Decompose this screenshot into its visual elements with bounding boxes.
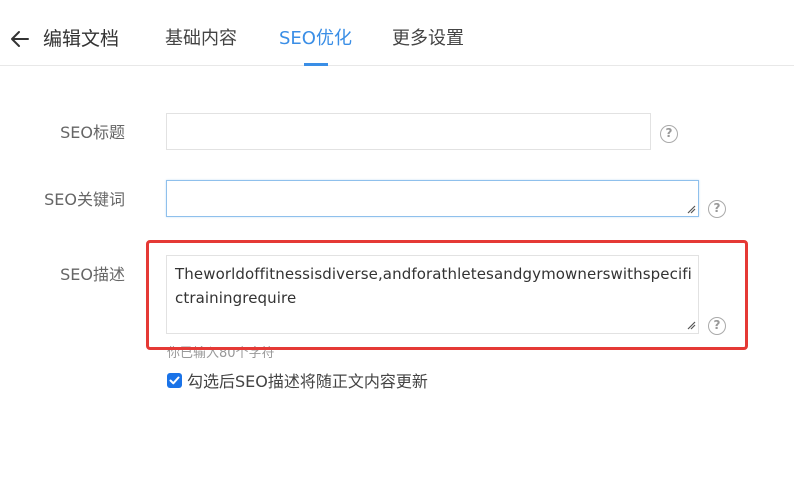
tab-basic-content[interactable]: 基础内容 xyxy=(165,27,237,51)
tab-more-settings[interactable]: 更多设置 xyxy=(392,27,464,51)
arrow-left-icon[interactable] xyxy=(8,27,32,51)
active-tab-indicator xyxy=(304,63,328,66)
tab-seo[interactable]: SEO优化 xyxy=(279,27,352,51)
seo-title-label: SEO标题 xyxy=(60,123,125,142)
question-circle-icon[interactable]: ? xyxy=(708,317,726,335)
auto-update-checkbox[interactable] xyxy=(167,373,182,388)
question-circle-icon[interactable]: ? xyxy=(660,125,678,143)
page-title: 编辑文档 xyxy=(43,28,120,50)
seo-keywords-label: SEO关键词 xyxy=(44,190,125,209)
seo-keywords-input[interactable] xyxy=(166,180,699,217)
question-circle-icon[interactable]: ? xyxy=(708,200,726,218)
seo-description-label: SEO描述 xyxy=(60,265,125,284)
seo-description-text: Theworldoffitnessisdiverse,andforathlete… xyxy=(175,265,692,307)
auto-update-label[interactable]: 勾选后SEO描述将随正文内容更新 xyxy=(187,372,428,392)
seo-title-input[interactable] xyxy=(166,113,651,150)
character-counter: 你已输入80个字符 xyxy=(167,346,275,360)
checkmark-icon xyxy=(169,376,180,385)
page-header: 编辑文档 基础内容 SEO优化 更多设置 xyxy=(0,0,794,66)
